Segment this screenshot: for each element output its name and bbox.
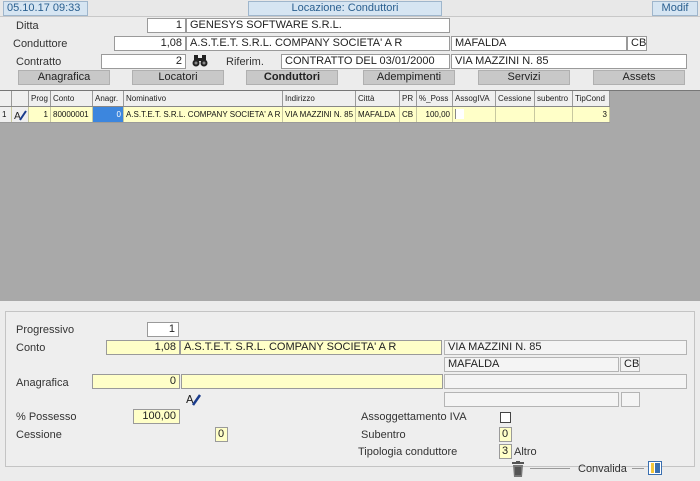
col-header-subentro[interactable]: subentro xyxy=(535,91,573,106)
col-header-poss[interactable]: %_Poss xyxy=(417,91,453,106)
possesso-field[interactable]: 100,00 xyxy=(133,409,180,424)
cell-assogiva[interactable] xyxy=(453,107,496,122)
cell-cessione[interactable] xyxy=(496,107,535,122)
conto-address-field: VIA MAZZINI N. 85 xyxy=(444,340,687,355)
convalida-divider-left xyxy=(530,468,570,469)
tab-assets[interactable]: Assets xyxy=(593,70,685,85)
cell-subentro[interactable] xyxy=(535,107,573,122)
cessione-field[interactable]: 0 xyxy=(215,427,228,442)
trash-icon[interactable] xyxy=(512,461,524,477)
window-title: Locazione: Conduttori xyxy=(248,1,442,16)
binoculars-icon[interactable] xyxy=(192,53,208,69)
cell-prog[interactable]: 1 xyxy=(29,107,51,122)
contratto-label: Contratto xyxy=(16,56,62,68)
cell-poss[interactable]: 100,00 xyxy=(417,107,453,122)
tab-servizi[interactable]: Servizi xyxy=(478,70,570,85)
cell-indirizzo[interactable]: VIA MAZZINI N. 85 xyxy=(283,107,356,122)
tipologia-desc: Altro xyxy=(514,446,537,458)
detail-panel xyxy=(5,311,695,467)
col-header-prog[interactable]: Prog xyxy=(29,91,51,106)
tipologia-field[interactable]: 3 xyxy=(499,444,512,459)
cell-conto[interactable]: 80000001 xyxy=(51,107,93,122)
grid-header: Prog Conto Anagr. Nominativo Indirizzo C… xyxy=(0,91,610,107)
anagrafica-prov-field xyxy=(621,392,640,407)
cell-tipcond[interactable]: 3 xyxy=(573,107,610,122)
conto-city-field: MAFALDA xyxy=(444,357,619,372)
anagrafica-label: Anagrafica xyxy=(16,377,69,389)
conto-label: Conto xyxy=(16,342,46,354)
col-header-conto[interactable]: Conto xyxy=(51,91,93,106)
col-header-nominativo[interactable]: Nominativo xyxy=(124,91,283,106)
conto-code-field[interactable]: 1,08 xyxy=(106,340,180,355)
cell-pr[interactable]: CB xyxy=(400,107,417,122)
conduttori-grid[interactable]: Prog Conto Anagr. Nominativo Indirizzo C… xyxy=(0,90,700,301)
conto-name-field[interactable]: A.S.T.E.T. S.R.L. COMPANY SOCIETA' A R xyxy=(180,340,442,355)
ditta-name-field[interactable]: GENESYS SOFTWARE S.R.L. xyxy=(186,18,450,33)
conduttore-name-field[interactable]: A.S.T.E.T. S.R.L. COMPANY SOCIETA' A R xyxy=(186,36,450,51)
cell-citta[interactable]: MAFALDA xyxy=(356,107,400,122)
conduttore-city-field[interactable]: MAFALDA xyxy=(451,36,627,51)
mode-indicator: Modif xyxy=(652,1,698,16)
tab-conduttori[interactable]: Conduttori xyxy=(246,70,338,85)
riferim-field[interactable]: CONTRATTO DEL 03/01/2000 xyxy=(281,54,450,69)
anagrafica-edit-icon[interactable]: A xyxy=(186,391,202,407)
anagrafica-city-field xyxy=(444,392,619,407)
row-number: 1 xyxy=(0,107,12,122)
row-edit-icon[interactable]: A xyxy=(12,107,29,122)
possesso-label: % Possesso xyxy=(16,411,77,423)
riferim-label: Riferim. xyxy=(226,56,264,68)
ditta-label: Ditta xyxy=(16,20,39,32)
subentro-label: Subentro xyxy=(361,429,406,441)
ditta-code-field[interactable]: 1 xyxy=(147,18,186,33)
progressivo-label: Progressivo xyxy=(16,324,75,336)
convalida-label: Convalida xyxy=(578,463,627,475)
col-header-pr[interactable]: PR xyxy=(400,91,417,106)
datetime-display: 05.10.17 09:33 xyxy=(3,1,88,16)
anagrafica-name-field[interactable] xyxy=(181,374,443,389)
col-header-citta[interactable]: Città xyxy=(356,91,400,106)
col-header-cessione[interactable]: Cessione xyxy=(496,91,535,106)
cell-nominativo[interactable]: A.S.T.E.T. S.R.L. COMPANY SOCIETA' A R xyxy=(124,107,283,122)
tab-locatori[interactable]: Locatori xyxy=(132,70,224,85)
grid-header-edit xyxy=(12,91,29,106)
riferim-address-field[interactable]: VIA MAZZINI N. 85 xyxy=(451,54,687,69)
col-header-assogiva[interactable]: AssogIVA xyxy=(453,91,496,106)
conto-prov-field: CB xyxy=(620,357,640,372)
tab-anagrafica[interactable]: Anagrafica xyxy=(18,70,110,85)
subentro-field[interactable]: 0 xyxy=(499,427,512,442)
table-row[interactable]: 1 A 1 80000001 0 A.S.T.E.T. S.R.L. COMPA… xyxy=(0,107,610,123)
convalida-button[interactable] xyxy=(648,461,662,475)
col-header-anagr[interactable]: Anagr. xyxy=(93,91,124,106)
tipologia-label: Tipologia conduttore xyxy=(358,446,458,458)
assogiva-checkbox[interactable] xyxy=(455,109,464,119)
anagrafica-address-field xyxy=(444,374,687,389)
tab-adempimenti[interactable]: Adempimenti xyxy=(363,70,455,85)
cessione-label: Cessione xyxy=(16,429,62,441)
conduttore-label: Conduttore xyxy=(13,38,68,50)
assoggettamento-checkbox[interactable] xyxy=(500,412,511,423)
col-header-indirizzo[interactable]: Indirizzo xyxy=(283,91,356,106)
progressivo-field[interactable]: 1 xyxy=(147,322,179,337)
assoggettamento-label: Assoggettamento IVA xyxy=(361,411,467,423)
col-header-tipcond[interactable]: TipCond xyxy=(573,91,610,106)
grid-corner xyxy=(0,91,12,106)
cell-anagr[interactable]: 0 xyxy=(93,107,124,122)
conduttore-prov-field[interactable]: CB xyxy=(627,36,647,51)
anagrafica-code-field[interactable]: 0 xyxy=(92,374,180,389)
conduttore-code-field[interactable]: 1,08 xyxy=(114,36,186,51)
contratto-code-field[interactable]: 2 xyxy=(101,54,186,69)
convalida-divider-right xyxy=(632,468,644,469)
